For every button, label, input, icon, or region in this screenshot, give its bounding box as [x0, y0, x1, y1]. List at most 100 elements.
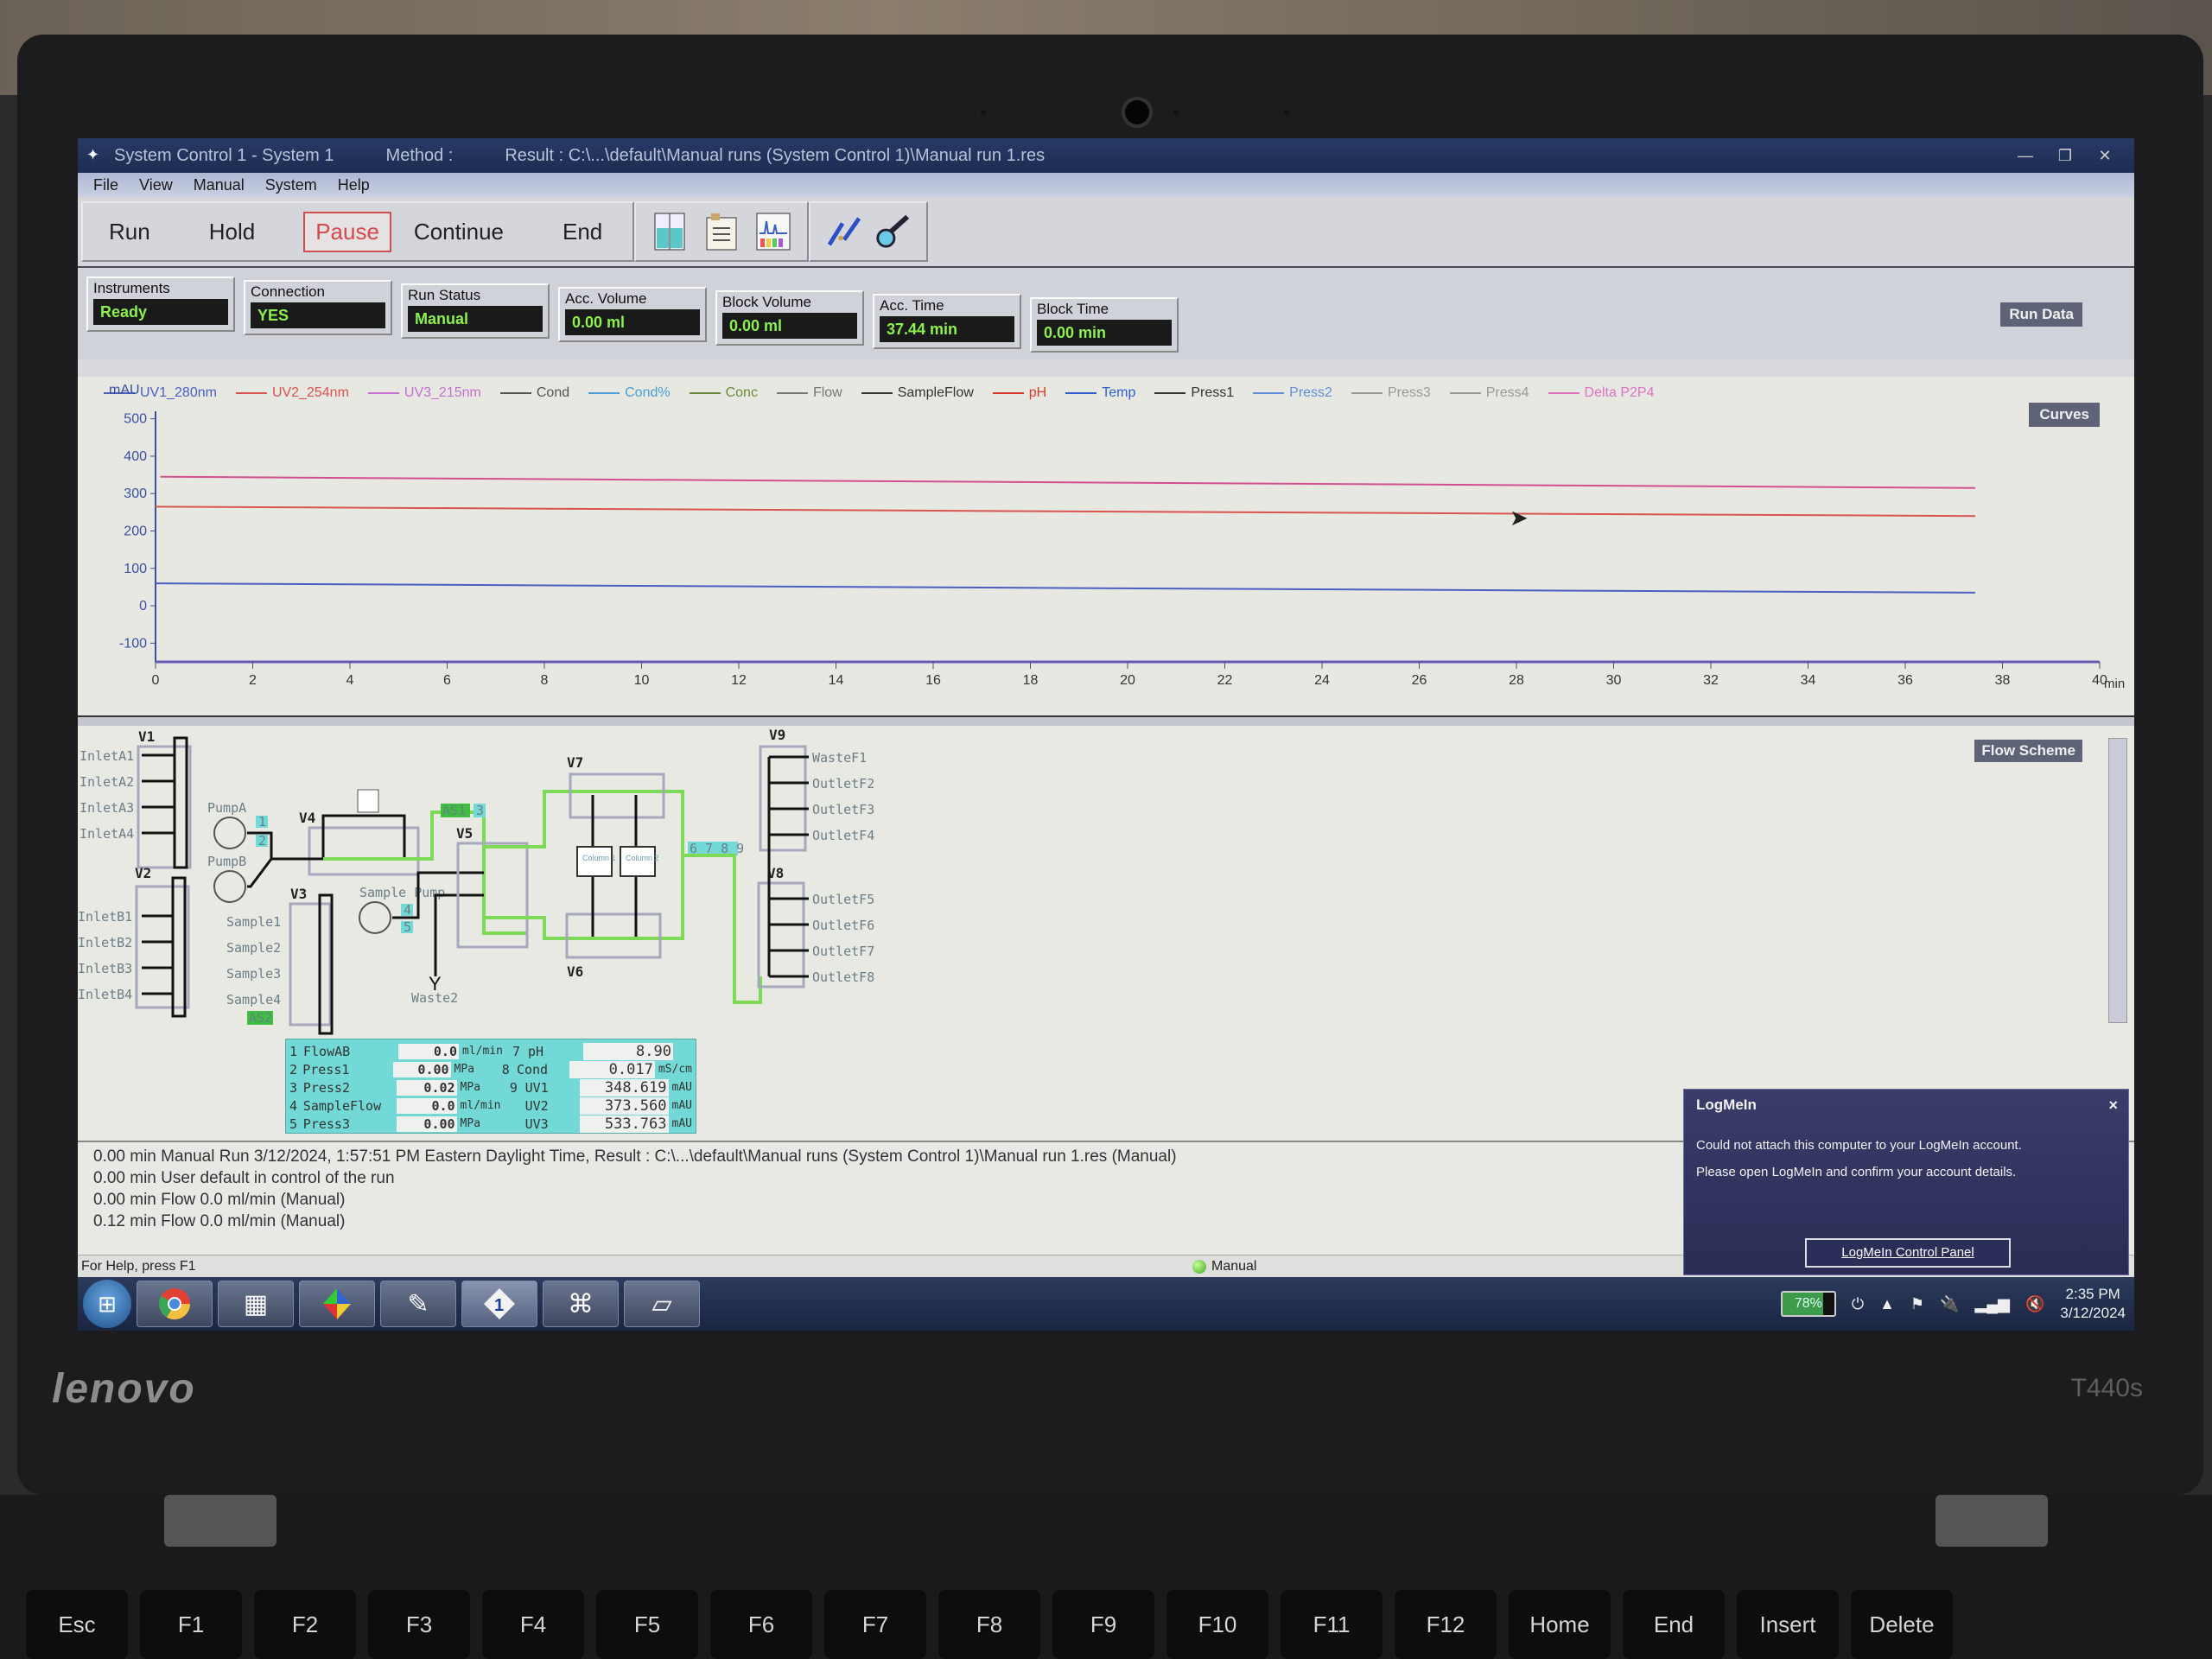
readout-value: 8.90: [583, 1042, 673, 1060]
start-button[interactable]: ⊞: [83, 1280, 131, 1328]
status-label: Acc. Time: [880, 297, 944, 314]
y-tick-label: -100: [119, 636, 147, 651]
readout-name: Press2: [302, 1079, 350, 1096]
taskbar-control-panel[interactable]: ▦: [218, 1281, 294, 1327]
sample-label: Sample3: [226, 966, 281, 982]
status-value: 0.00 ml: [722, 313, 857, 339]
key-delete: Delete: [1851, 1590, 1953, 1659]
menu-view[interactable]: View: [139, 176, 173, 194]
y-tick-label: 0: [139, 599, 147, 613]
x-tick-label: 4: [346, 673, 354, 688]
readout-unit: MPa: [454, 1063, 475, 1076]
popup-close-button[interactable]: ×: [2108, 1096, 2118, 1115]
connection-group: [809, 201, 928, 262]
taskbar-evaluation[interactable]: ⌘: [543, 1281, 619, 1327]
layout-icon[interactable]: [652, 212, 688, 251]
show-hidden-icons[interactable]: ▲: [1879, 1295, 1895, 1313]
valve-label: V5: [456, 825, 473, 842]
x-tick-label: 14: [829, 673, 844, 688]
taskbar-system-control[interactable]: 1: [461, 1281, 537, 1327]
key-f11: F11: [1281, 1590, 1382, 1659]
status-value: Manual: [408, 306, 543, 332]
network-signal-icon[interactable]: ▂▄▆: [1974, 1295, 2009, 1313]
readout-value: 373.560: [579, 1096, 669, 1115]
valve-v3[interactable]: [289, 902, 332, 1027]
end-button[interactable]: End: [552, 213, 613, 251]
readout-row: 5 Press3 0.00 MPa UV3 533.763 mAU: [289, 1115, 692, 1133]
popup-message: Please open LogMeIn and confirm your acc…: [1696, 1165, 2017, 1179]
status-value: YES: [251, 302, 385, 328]
hold-button[interactable]: Hold: [199, 213, 265, 251]
pause-button[interactable]: Pause: [303, 211, 391, 252]
menu-manual[interactable]: Manual: [194, 176, 245, 194]
sample-label: Sample2: [226, 940, 281, 956]
menu-system[interactable]: System: [265, 176, 317, 194]
sensor-number: 5: [404, 919, 411, 935]
outlet-label: OutletF4: [812, 828, 874, 843]
connect-icon[interactable]: [826, 212, 862, 251]
taskbar-unicorn-manager[interactable]: [299, 1281, 375, 1327]
readout-unit: ml/min: [462, 1045, 503, 1058]
autosampler-badge: AS2: [249, 1010, 272, 1026]
chromatogram-icon[interactable]: [755, 212, 791, 251]
run-data-tab[interactable]: Run Data: [2000, 302, 2082, 327]
menu-file[interactable]: File: [93, 176, 118, 194]
restore-button[interactable]: ❐: [2048, 144, 2082, 167]
pane-splitter[interactable]: [78, 715, 2134, 726]
inlet-label: InletB4: [78, 987, 132, 1002]
readout-index: 9: [509, 1079, 518, 1096]
inlet-label: InletA1: [79, 748, 134, 764]
readout-index: 3: [289, 1079, 298, 1096]
close-button[interactable]: ✕: [2088, 144, 2122, 167]
mode-indicator: Manual: [1192, 1259, 1256, 1274]
inlet-label: InletB1: [78, 909, 132, 925]
valve-v4[interactable]: [308, 826, 420, 876]
x-tick-label: 10: [634, 673, 650, 688]
power-plug-icon[interactable]: ⏻: [1852, 1295, 1864, 1313]
volume-muted-icon[interactable]: 🔇: [2025, 1295, 2044, 1313]
pump-a[interactable]: [213, 817, 246, 849]
menu-bar: File View Manual System Help: [78, 173, 2134, 197]
list-icon[interactable]: [703, 212, 740, 251]
function-key-row: Esc F1 F2 F3 F4 F5 F6 F7 F8 F9 F10 F11 F12 Home End Ins…: [26, 1590, 1953, 1659]
status-label: Run Status: [408, 287, 481, 303]
probe-icon[interactable]: [874, 212, 911, 251]
clock[interactable]: 2:35 PM 3/12/2024: [2060, 1285, 2126, 1323]
readout-unit: mAU: [671, 1081, 692, 1094]
status-label: Instruments: [93, 280, 170, 296]
valve-label: V9: [769, 727, 785, 743]
logmein-control-panel-button[interactable]: LogMeIn Control Panel: [1805, 1238, 2011, 1268]
taskbar-method-editor[interactable]: ✎: [380, 1281, 456, 1327]
pump-label: PumpB: [207, 854, 246, 869]
readout-name: UV3: [524, 1116, 549, 1132]
run-status: Run Status Manual: [401, 283, 550, 339]
x-tick-label: 32: [1703, 673, 1719, 688]
battery-indicator[interactable]: 78%: [1780, 1291, 1836, 1317]
run-button[interactable]: Run: [99, 213, 161, 251]
trace-uv1_280nm: [155, 582, 1976, 594]
valve-v6[interactable]: [565, 912, 662, 959]
valve-v2[interactable]: [135, 885, 190, 1009]
readout-value: 0.02: [397, 1079, 457, 1096]
action-center-flag-icon[interactable]: ⚑: [1910, 1295, 1924, 1313]
sample-pump[interactable]: [359, 901, 391, 934]
valve-v7[interactable]: [569, 772, 665, 819]
acc-volume-status: Acc. Volume 0.00 ml: [558, 287, 707, 342]
menu-help[interactable]: Help: [338, 176, 370, 194]
taskbar-notepad[interactable]: ▱: [624, 1281, 700, 1327]
taskbar-chrome[interactable]: [137, 1281, 213, 1327]
inlet-label: InletA3: [79, 800, 134, 816]
mode-text: Manual: [1211, 1258, 1257, 1274]
key-f6: F6: [710, 1590, 812, 1659]
key-f7: F7: [824, 1590, 926, 1659]
continue-button[interactable]: Continue: [404, 213, 514, 251]
clock-date: 3/12/2024: [2060, 1305, 2126, 1321]
pump-b[interactable]: [213, 870, 246, 903]
readout-value: 0.0: [397, 1097, 457, 1114]
minimize-button[interactable]: —: [2008, 144, 2043, 167]
readout-index: 5: [289, 1116, 298, 1132]
power-icon[interactable]: 🔌: [1940, 1295, 1959, 1313]
hinge-left: [164, 1495, 276, 1547]
flow-scheme-scrollbar[interactable]: [2108, 738, 2127, 1023]
flow-scheme-tab[interactable]: Flow Scheme: [1974, 740, 2082, 762]
